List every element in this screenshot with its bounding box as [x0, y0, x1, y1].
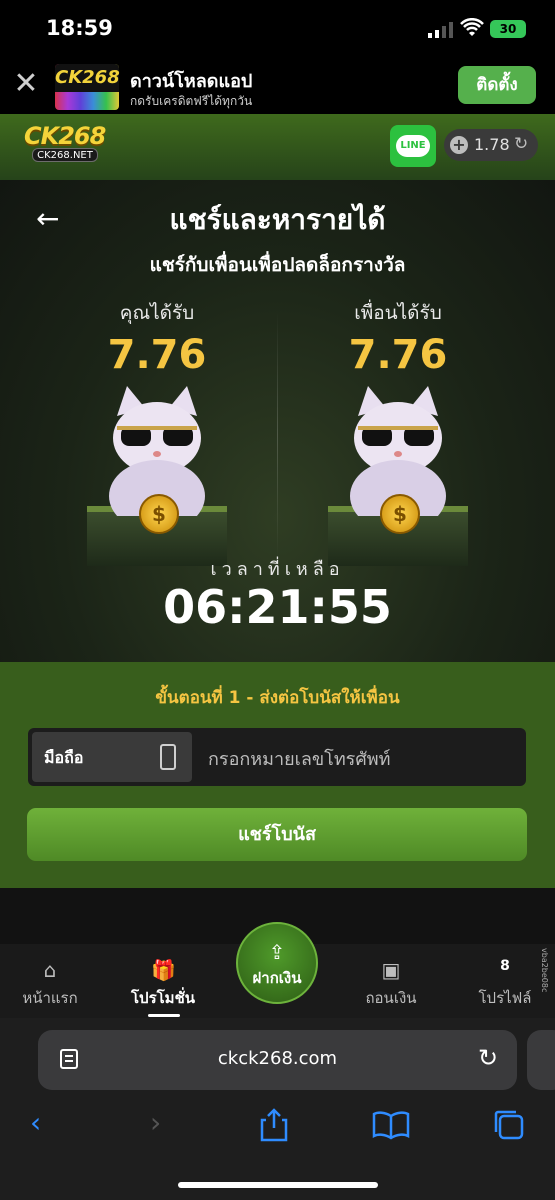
app-logo: CK268 — [55, 64, 120, 110]
share-icon[interactable] — [258, 1108, 290, 1142]
nav-home[interactable]: ⌂ หน้าแรก — [0, 944, 100, 1018]
gift-icon: 🎁 — [151, 958, 176, 982]
divider — [277, 310, 278, 560]
page-subtitle: แชร์กับเพื่อนเพื่อปลดล็อกรางวัล — [149, 254, 406, 276]
wallet-icon: ▣ — [381, 958, 401, 982]
home-icon: ⌂ — [43, 958, 57, 982]
status-time: 18:59 — [46, 16, 113, 40]
cat-mascot-image: $ — [57, 386, 257, 566]
balance-amount: 1.78 — [474, 135, 510, 154]
time-left-label: เวลาที่เหลือ — [210, 559, 345, 580]
profile-level-badge: 8 — [500, 958, 510, 974]
battery-icon: 30 — [490, 20, 526, 38]
version-text: vba2be08c — [540, 948, 549, 993]
nav-promotions[interactable]: 🎁 โปรโมชั่น — [113, 944, 213, 1018]
brand-logo[interactable]: CK268 CK268.NET — [24, 122, 110, 168]
tabs-icon[interactable] — [492, 1108, 526, 1142]
balance-pill: + 1.78 ↻ — [444, 129, 538, 161]
back-icon[interactable]: ‹ — [30, 1106, 41, 1139]
line-icon: LINE — [396, 135, 430, 157]
share-bonus-button[interactable]: แชร์โบนัส — [27, 808, 527, 861]
url-text: ckck268.com — [217, 1048, 338, 1069]
status-bar: 18:59 30 — [0, 0, 555, 58]
step-title: ขั้นตอนที่ 1 - ส่งต่อโบนัสให้เพื่อน — [155, 688, 400, 708]
phone-input[interactable]: กรอกหมายเลขโทรศัพท์ — [208, 744, 391, 773]
banner-subtitle: กดรับเครดิตฟรีได้ทุกวัน — [130, 94, 253, 108]
you-reward-label: คุณได้รับ — [119, 302, 195, 324]
you-reward: คุณได้รับ 7.76 $ — [57, 298, 257, 566]
reload-icon[interactable]: ↻ — [478, 1044, 498, 1072]
mobile-phone-icon — [160, 744, 176, 770]
phone-prefix-label: มือถือ — [44, 748, 84, 767]
close-icon[interactable]: ✕ — [12, 66, 40, 102]
friend-reward-value: 7.76 — [348, 332, 448, 378]
you-reward-value: 7.76 — [107, 332, 207, 378]
step-panel: ขั้นตอนที่ 1 - ส่งต่อโบนัสให้เพื่อน มือถ… — [0, 662, 555, 888]
bookmarks-icon[interactable] — [372, 1110, 410, 1140]
cat-mascot-image: $ — [298, 386, 498, 566]
coin-icon: $ — [380, 494, 420, 534]
countdown-timer: 06:21:55 — [163, 580, 392, 634]
friend-reward: เพื่อนได้รับ 7.76 $ — [298, 298, 498, 566]
nav-deposit[interactable]: ⇪ ฝากเงิน — [236, 922, 318, 1004]
page-title: แชร์และหารายได้ — [169, 203, 386, 236]
next-tab-preview[interactable] — [527, 1030, 555, 1090]
forward-icon[interactable]: › — [150, 1106, 161, 1139]
signal-icon — [428, 22, 453, 38]
wifi-icon — [460, 18, 484, 36]
share-hero: ← แชร์และหารายได้ แชร์กับเพื่อนเพื่อปลดล… — [0, 180, 555, 662]
install-button[interactable]: ติดตั้ง — [458, 66, 536, 104]
app-download-banner: ✕ CK268 ดาวน์โหลดแอป กดรับเครดิตฟรีได้ทุ… — [0, 58, 555, 114]
phone-field[interactable]: มือถือ กรอกหมายเลขโทรศัพท์ — [28, 728, 526, 786]
banner-title: ดาวน์โหลดแอป — [130, 71, 253, 92]
add-funds-icon[interactable]: + — [450, 136, 468, 154]
address-bar[interactable]: ckck268.com ↻ — [38, 1030, 517, 1090]
active-tab-indicator — [148, 1014, 180, 1017]
friend-reward-label: เพื่อนได้รับ — [354, 302, 442, 324]
home-indicator — [178, 1182, 378, 1188]
line-chat-button[interactable]: LINE — [390, 125, 436, 167]
phone-prefix: มือถือ — [32, 732, 192, 782]
coin-icon: $ — [139, 494, 179, 534]
refresh-icon[interactable]: ↻ — [514, 134, 528, 154]
deposit-icon: ⇪ — [268, 940, 286, 964]
nav-withdraw[interactable]: ▣ ถอนเงิน — [341, 944, 441, 1018]
